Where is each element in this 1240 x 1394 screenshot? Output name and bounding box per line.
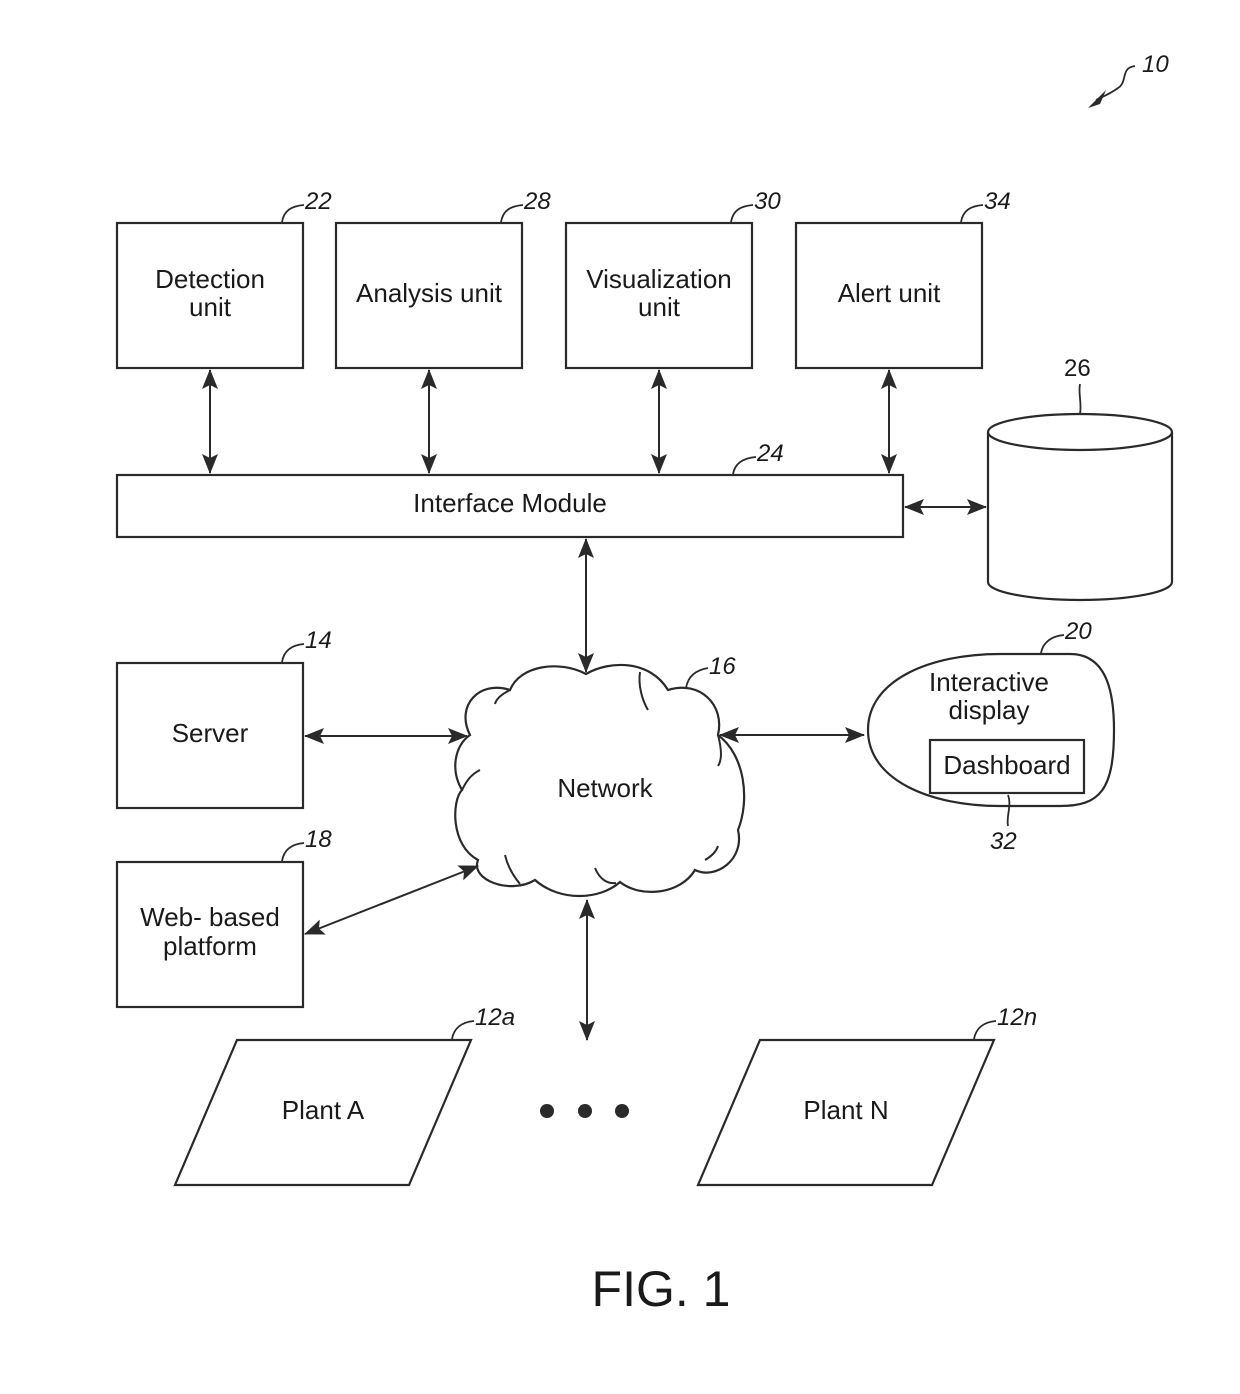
plant-n: Plant N 12n [696,1004,1037,1187]
detection-unit-label-1: Detection [155,264,265,294]
system-diagram: 10 Detection unit 22 Analysis unit 28 Vi… [115,51,1174,1317]
detection-unit-ref: 22 [304,188,332,215]
web-based-platform: Web- based platform 18 [115,826,332,1009]
analysis-unit-ref: 28 [523,188,551,215]
database: 26 [986,355,1174,602]
dashboard[interactable]: Dashboard [928,738,1086,795]
alert-unit-label: Alert unit [838,278,941,308]
plant-n-label: Plant N [803,1095,888,1125]
interactive-display-ref: 20 [1064,618,1092,645]
detection-unit-label-2: unit [189,292,232,322]
plant-a-ref: 12a [475,1004,515,1031]
ellipsis [540,1104,629,1118]
visualization-unit: Visualization unit 30 [564,188,781,370]
system-reference: 10 [1088,51,1169,108]
ellipsis-dot [615,1104,629,1118]
plant-a-label: Plant A [282,1095,365,1125]
alert-unit: Alert unit 34 [794,188,1011,370]
web-platform-label-1: Web- based [140,902,280,932]
web-platform-network-arrow [304,865,479,935]
interface-module-label: Interface Module [413,488,607,518]
visualization-unit-ref: 30 [754,188,781,215]
analysis-unit: Analysis unit 28 [334,188,551,370]
plant-n-ref: 12n [997,1004,1037,1031]
interactive-display-label-1: Interactive [929,667,1049,697]
database-ref: 26 [1064,355,1091,382]
server-label: Server [172,718,249,748]
system-ref-arrowhead-icon [1088,90,1106,108]
web-platform-ref: 18 [305,826,332,853]
system-ref-label: 10 [1142,51,1169,78]
visualization-unit-label-2: unit [638,292,681,322]
interactive-display: Interactive display 20 Dashboard 32 [866,618,1116,855]
network-cloud: Network 16 [454,653,746,897]
visualization-unit-label-1: Visualization [586,264,732,294]
server: Server 14 [115,627,332,810]
interactive-display-label-2: display [949,695,1030,725]
ellipsis-dot [540,1104,554,1118]
ellipsis-dot [578,1104,592,1118]
network-label: Network [557,773,653,803]
detection-unit: Detection unit 22 [115,188,332,370]
server-ref: 14 [305,627,332,654]
interface-module: Interface Module 24 [115,440,905,539]
web-platform-label-2: platform [163,931,257,961]
analysis-unit-label: Analysis unit [356,278,503,308]
alert-unit-ref: 34 [984,188,1011,215]
network-ref: 16 [709,653,736,680]
dashboard-ref: 32 [990,828,1017,855]
interface-module-ref: 24 [756,440,784,467]
dashboard-label: Dashboard [943,750,1070,780]
plant-a: Plant A 12a [173,1004,515,1187]
figure-caption: FIG. 1 [592,1261,731,1317]
